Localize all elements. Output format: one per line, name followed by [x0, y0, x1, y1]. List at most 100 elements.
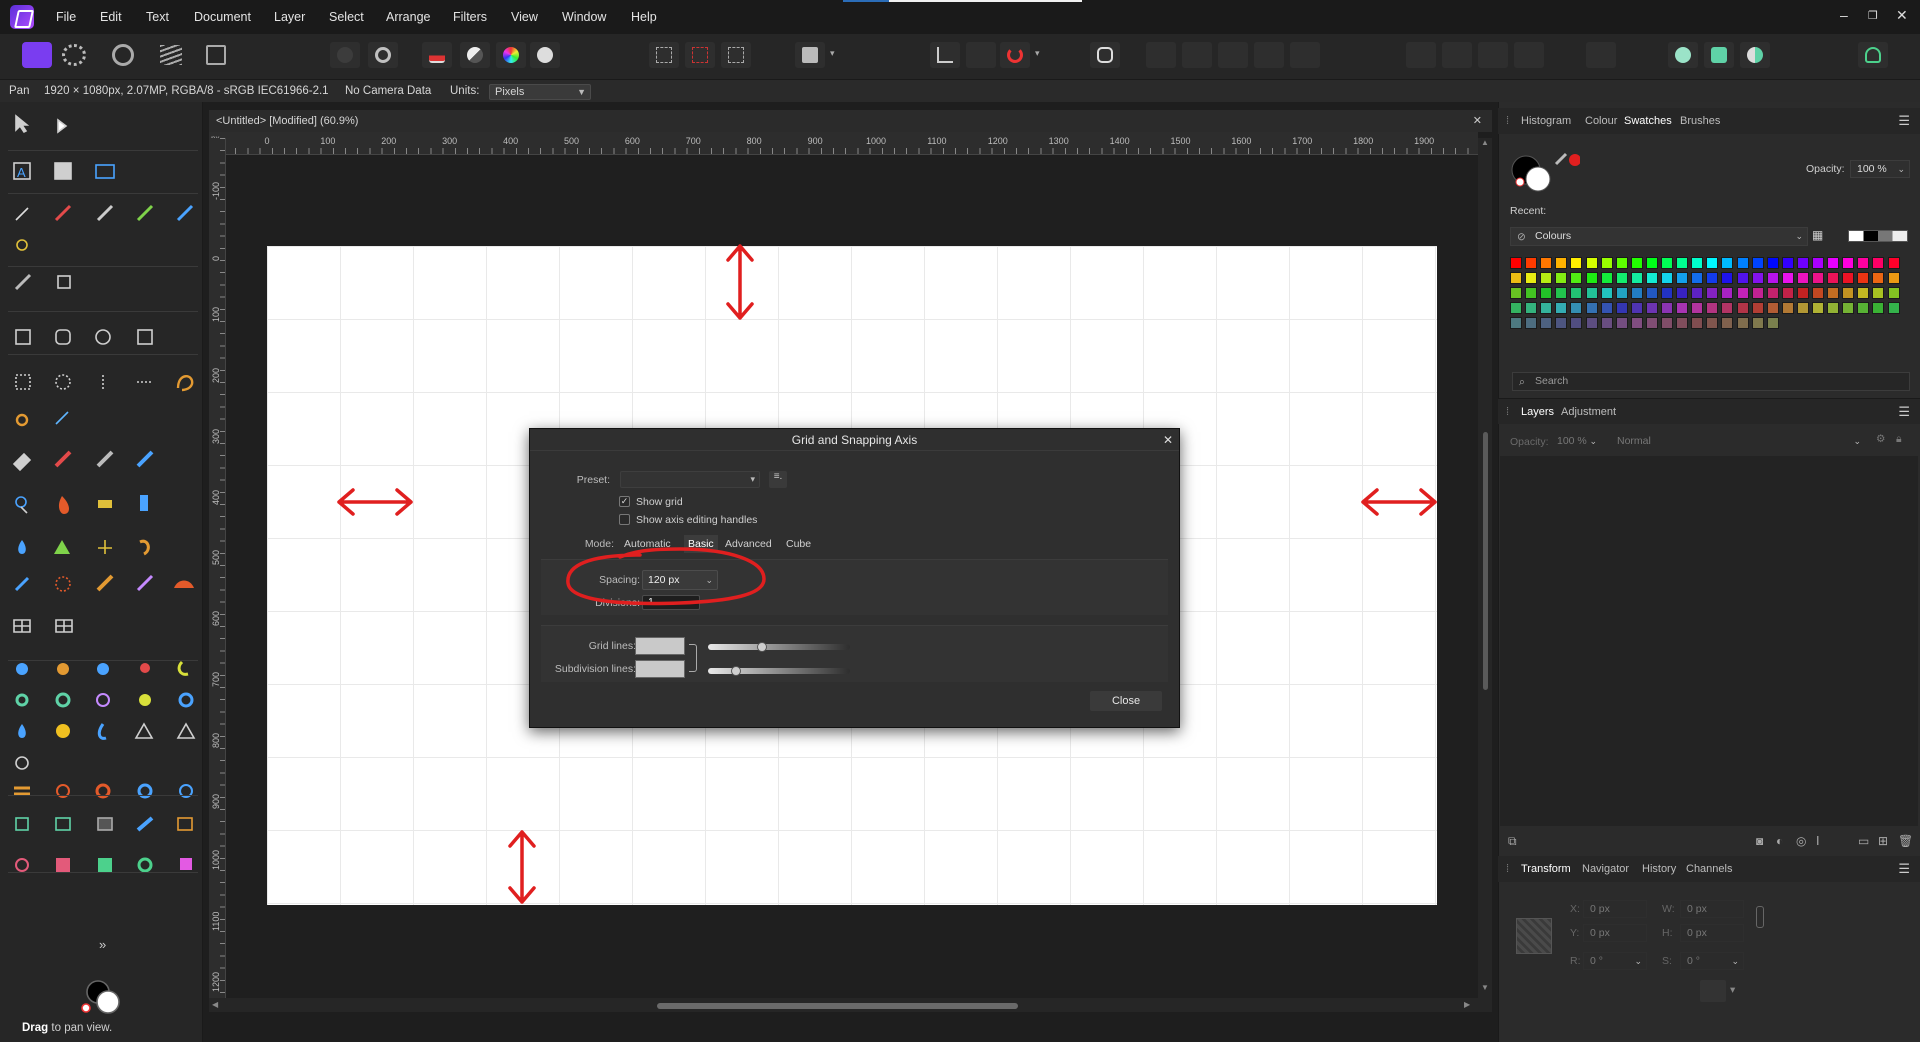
colour-swatch[interactable]: [1630, 302, 1643, 314]
colour-swatch[interactable]: [1796, 257, 1809, 269]
liquify-persona-icon[interactable]: [62, 44, 86, 66]
colour-swatch[interactable]: [1510, 287, 1522, 299]
grid-lines-colour-swatch[interactable]: [635, 637, 685, 655]
s-field[interactable]: 0 ° ⌄: [1680, 952, 1744, 970]
colour-swatch[interactable]: [1827, 287, 1840, 299]
live-filter-icon[interactable]: Ⅰ: [1816, 834, 1820, 848]
colour-swatch[interactable]: [1796, 272, 1809, 284]
colour-swatch[interactable]: [1570, 257, 1583, 269]
colour-swatch[interactable]: [1721, 257, 1734, 269]
colour-swatch[interactable]: [1721, 272, 1734, 284]
curves-icon[interactable]: [460, 42, 490, 68]
grid-lines-opacity-slider[interactable]: [708, 644, 850, 650]
restore-button[interactable]: ❐: [1868, 9, 1878, 22]
scroll-left-icon[interactable]: ◀: [212, 1000, 218, 1009]
delete-layer-icon[interactable]: 🗑︎: [1898, 834, 1913, 848]
toolbar-disabled-8[interactable]: [1478, 42, 1508, 68]
colour-swatch[interactable]: [1555, 287, 1568, 299]
swatch-search-input[interactable]: ⌕ Search: [1512, 372, 1910, 391]
colour-swatch[interactable]: [1812, 302, 1824, 314]
colour-swatch[interactable]: [1630, 272, 1643, 284]
colour-chips-large[interactable]: [1510, 148, 1580, 192]
colour-swatch[interactable]: [1585, 302, 1598, 314]
colour-swatch[interactable]: [1706, 272, 1719, 284]
rectangle-tool-icon[interactable]: [9, 319, 35, 345]
colour-swatch[interactable]: [1615, 317, 1628, 329]
colour-swatch[interactable]: [1781, 302, 1794, 314]
add-mask-icon[interactable]: [1668, 42, 1698, 68]
menu-text[interactable]: Text: [146, 10, 169, 24]
horizontal-scroll-thumb[interactable]: [657, 1003, 1018, 1009]
toolbar-disabled-10[interactable]: [1586, 42, 1616, 68]
mode-cube-tab[interactable]: Cube: [782, 535, 815, 553]
colour-swatch[interactable]: [1555, 257, 1568, 269]
colour-swatch[interactable]: [1570, 287, 1583, 299]
colour-swatch[interactable]: [1525, 257, 1538, 269]
h-field[interactable]: 0 px: [1680, 924, 1744, 942]
tab-brushes[interactable]: Brushes: [1680, 115, 1720, 127]
toolbar-disabled-5[interactable]: [1290, 42, 1320, 68]
fx-icon[interactable]: ◎: [1796, 834, 1806, 848]
tab-histogram[interactable]: Histogram: [1521, 115, 1571, 127]
subdivision-lines-colour-swatch[interactable]: [635, 660, 685, 678]
lock-aspect-icon[interactable]: [1756, 906, 1764, 928]
colour-swatch[interactable]: [1600, 317, 1613, 329]
crop-tool-icon[interactable]: [50, 274, 76, 300]
colour-swatch[interactable]: [1857, 272, 1870, 284]
show-grid-checkbox[interactable]: ✓: [619, 496, 630, 507]
colour-swatch[interactable]: [1766, 257, 1779, 269]
colour-swatch[interactable]: [1736, 287, 1749, 299]
menu-edit[interactable]: Edit: [100, 10, 122, 24]
colour-swatch[interactable]: [1555, 272, 1568, 284]
colour-swatch[interactable]: [1615, 287, 1628, 299]
panel-grip-icon[interactable]: ⁞: [1506, 406, 1509, 418]
quick-mask-dropdown-chevron-icon[interactable]: ▾: [830, 48, 835, 59]
colour-swatch[interactable]: [1706, 287, 1719, 299]
colour-swatch[interactable]: [1645, 257, 1658, 269]
palette-options-icon[interactable]: ▦: [1812, 228, 1828, 244]
toolbar-disabled-1[interactable]: [1146, 42, 1176, 68]
affinity-photo-logo-icon[interactable]: [10, 5, 34, 29]
menu-filters[interactable]: Filters: [453, 10, 487, 24]
colour-swatch[interactable]: [1872, 272, 1885, 284]
colour-swatch[interactable]: [1796, 302, 1809, 314]
colour-swatch[interactable]: [1872, 302, 1885, 314]
colour-swatch[interactable]: [1615, 272, 1628, 284]
lock-icon[interactable]: 🔒︎: [1896, 433, 1902, 446]
colour-swatch[interactable]: [1585, 287, 1598, 299]
colour-swatch[interactable]: [1585, 257, 1598, 269]
anchor-selector-icon[interactable]: [1516, 918, 1552, 954]
colour-swatch[interactable]: [1555, 317, 1568, 329]
adjustments-icon[interactable]: ◐: [1776, 834, 1783, 848]
colour-swatch[interactable]: [1751, 302, 1764, 314]
colour-swatch[interactable]: [1842, 257, 1855, 269]
colour-swatch[interactable]: [1630, 257, 1643, 269]
colour-swatch[interactable]: [1812, 272, 1824, 284]
colour-swatch[interactable]: [1661, 302, 1673, 314]
zoom-tool-icon[interactable]: [9, 488, 35, 514]
invert-selection-icon[interactable]: [721, 42, 751, 68]
pen-tool-icon[interactable]: [9, 201, 35, 227]
move-tool-icon[interactable]: [9, 109, 35, 135]
freehand-selection-tool-icon[interactable]: [174, 362, 200, 388]
colour-swatch[interactable]: [1630, 287, 1643, 299]
menu-view[interactable]: View: [511, 10, 538, 24]
colour-swatch[interactable]: [1645, 272, 1658, 284]
colour-swatch[interactable]: [1525, 287, 1538, 299]
colour-swatch[interactable]: [1691, 257, 1704, 269]
document-tab[interactable]: <Untitled> [Modified] (60.9%) ✕: [209, 110, 1492, 132]
colour-swatch[interactable]: [1676, 272, 1689, 284]
colour-swatch[interactable]: [1570, 302, 1583, 314]
scroll-right-icon[interactable]: ▶: [1464, 1000, 1470, 1009]
snapping-grid-icon[interactable]: [930, 42, 960, 68]
menu-layer[interactable]: Layer: [274, 10, 305, 24]
frame-text-tool-icon[interactable]: [50, 156, 76, 182]
add-mask-icon[interactable]: ◙: [1756, 834, 1763, 848]
account-user-icon[interactable]: [1858, 42, 1888, 68]
colour-swatch[interactable]: [1751, 317, 1764, 329]
tab-swatches[interactable]: Swatches: [1624, 115, 1672, 127]
colour-swatch[interactable]: [1857, 257, 1870, 269]
dialog-close-icon[interactable]: ✕: [1163, 433, 1173, 447]
layers-list[interactable]: [1500, 456, 1918, 826]
colour-swatch[interactable]: [1796, 287, 1809, 299]
